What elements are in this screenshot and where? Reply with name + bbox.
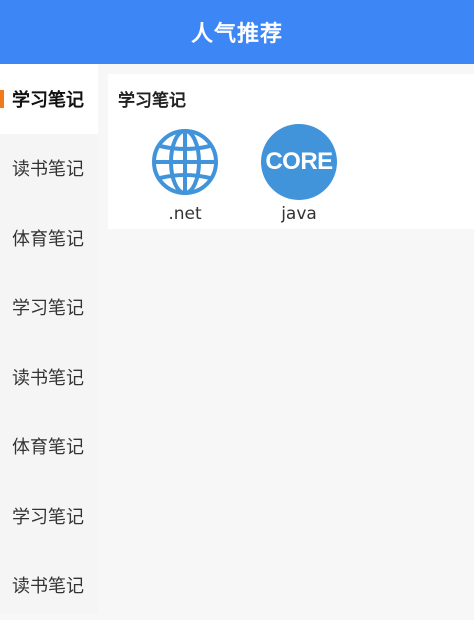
sidebar-item-label: 体育笔记 [12, 225, 84, 251]
sidebar-item-label: 读书笔记 [12, 364, 84, 390]
grid-item-dotnet[interactable]: .net [140, 124, 230, 224]
sidebar-item-reading-notes[interactable]: 读书笔记 [0, 551, 98, 620]
sidebar-item-label: 学习笔记 [12, 503, 84, 529]
category-panel: 学习笔记 .net CORE ja [108, 74, 474, 229]
section-title: 学习笔记 [118, 86, 186, 111]
sidebar-item-reading-notes[interactable]: 读书笔记 [0, 342, 98, 412]
core-badge-icon: CORE [261, 124, 337, 200]
content-area: 学习笔记 .net CORE ja [98, 64, 474, 613]
item-label: java [281, 204, 317, 224]
top-nav-bar: 人气推荐 [0, 0, 474, 64]
sidebar-item-reading-notes[interactable]: 读书笔记 [0, 134, 98, 204]
sidebar-item-label: 读书笔记 [12, 155, 84, 181]
item-label: .net [168, 204, 201, 224]
sidebar-item-label: 学习笔记 [12, 86, 84, 112]
sidebar-item-label: 体育笔记 [12, 433, 84, 459]
core-badge: CORE [261, 124, 337, 200]
sidebar-item-study-notes[interactable]: 学习笔记 [0, 273, 98, 343]
page-title: 人气推荐 [191, 16, 283, 48]
sidebar-item-sports-notes[interactable]: 体育笔记 [0, 412, 98, 482]
sidebar-item-study-notes[interactable]: 学习笔记 [0, 64, 98, 134]
category-sidebar: 学习笔记 读书笔记 体育笔记 学习笔记 读书笔记 体育笔记 学习笔记 读书笔记 [0, 64, 98, 613]
globe-icon [147, 124, 223, 200]
sidebar-item-label: 学习笔记 [12, 294, 84, 320]
grid-item-java[interactable]: CORE java [254, 124, 344, 224]
sidebar-item-study-notes[interactable]: 学习笔记 [0, 481, 98, 551]
sidebar-item-sports-notes[interactable]: 体育笔记 [0, 203, 98, 273]
sidebar-item-label: 读书笔记 [12, 572, 84, 598]
